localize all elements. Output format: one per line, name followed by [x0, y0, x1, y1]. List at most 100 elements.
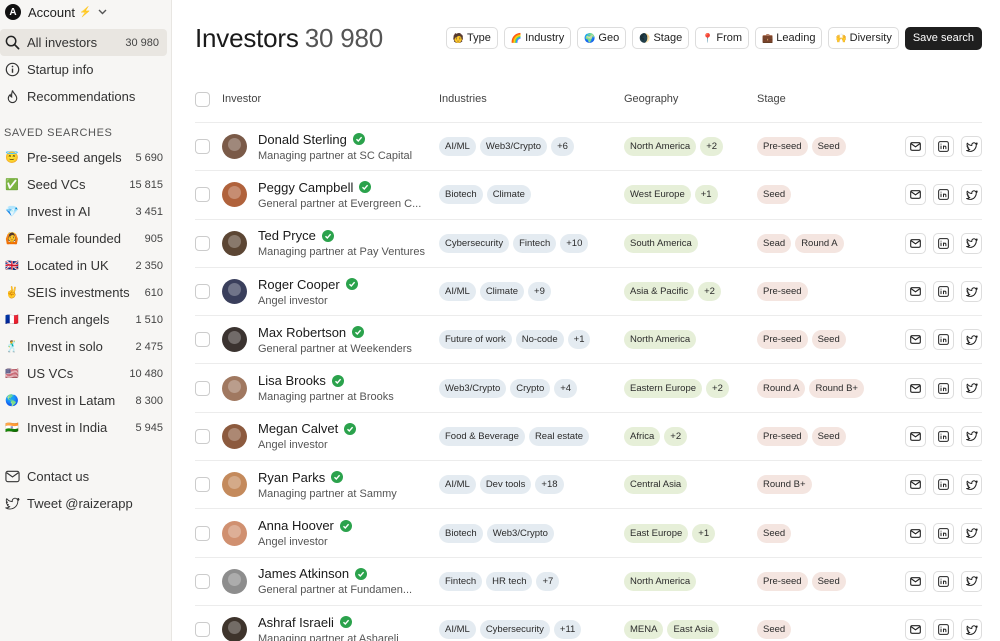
saved-search-item[interactable]: 🙆 Female founded 905 — [0, 225, 171, 252]
row-checkbox[interactable] — [195, 573, 210, 589]
table-row[interactable]: Anna Hoover Angel investor Biotech Web3/Cry… — [195, 509, 982, 558]
table-row[interactable]: Roger Cooper Angel investor AI/ML Climate +9… — [195, 268, 982, 317]
twitter-button[interactable] — [961, 136, 982, 158]
table-row[interactable]: Ted Pryce Managing partner at Pay Venture… — [195, 220, 982, 268]
investor-name[interactable]: Lisa Brooks — [258, 373, 394, 388]
saved-search-item[interactable]: ✌️ SEIS investments 610 — [0, 279, 171, 306]
row-checkbox[interactable] — [195, 428, 210, 444]
table-row[interactable]: Lisa Brooks Managing partner at Brooks Web… — [195, 364, 982, 413]
email-button[interactable] — [905, 425, 926, 447]
contact-us-link[interactable]: Contact us — [0, 463, 171, 490]
twitter-button[interactable] — [961, 329, 982, 351]
investor-name[interactable]: Ted Pryce — [258, 228, 425, 243]
email-button[interactable] — [905, 377, 926, 399]
industry-tag: Climate — [486, 185, 531, 205]
twitter-button[interactable] — [961, 232, 982, 254]
linkedin-button[interactable] — [933, 281, 954, 303]
linkedin-button[interactable] — [933, 377, 954, 399]
twitter-button[interactable] — [961, 570, 982, 592]
linkedin-icon — [938, 382, 949, 394]
investor-name[interactable]: Peggy Campbell — [258, 180, 421, 195]
row-checkbox[interactable] — [195, 187, 210, 203]
table-row[interactable]: Ryan Parks Managing partner at Sammy AI/ML… — [195, 461, 982, 510]
twitter-button[interactable] — [961, 522, 982, 544]
account-menu[interactable]: A Account ⚡ — [0, 2, 171, 22]
saved-search-item[interactable]: 💎 Invest in AI 3 451 — [0, 198, 171, 225]
email-button[interactable] — [905, 474, 926, 496]
saved-search-item[interactable]: 🇬🇧 Located in UK 2 350 — [0, 252, 171, 279]
linkedin-button[interactable] — [933, 425, 954, 447]
twitter-button[interactable] — [961, 184, 982, 206]
investor-name[interactable]: Ryan Parks — [258, 470, 397, 485]
table-row[interactable]: Max Robertson General partner at Weekende… — [195, 316, 982, 365]
investor-name[interactable]: Max Robertson — [258, 325, 412, 340]
row-checkbox[interactable] — [195, 477, 210, 493]
filter-industry-button[interactable]: 🌈 Industry — [503, 27, 572, 49]
save-search-button[interactable]: Save search — [904, 26, 982, 50]
twitter-button[interactable] — [961, 619, 982, 641]
twitter-button[interactable] — [961, 281, 982, 303]
twitter-button[interactable] — [961, 377, 982, 399]
row-checkbox[interactable] — [195, 139, 210, 155]
column-industries[interactable]: Industries — [439, 93, 624, 105]
row-checkbox[interactable] — [195, 235, 210, 251]
investor-name[interactable]: Anna Hoover — [258, 518, 352, 533]
filter-from-button[interactable]: 📍 From — [695, 27, 750, 49]
investor-name[interactable]: James Atkinson — [258, 566, 412, 581]
table-row[interactable]: Megan Calvet Angel investor Food & Beverag… — [195, 413, 982, 462]
row-checkbox[interactable] — [195, 284, 210, 300]
saved-search-item[interactable]: 😇 Pre-seed angels 5 690 — [0, 144, 171, 171]
table-row[interactable]: James Atkinson General partner at Fundame… — [195, 558, 982, 606]
column-investor[interactable]: Investor — [222, 93, 439, 105]
saved-search-item[interactable]: 🌎 Invest in Latam 8 300 — [0, 387, 171, 414]
email-button[interactable] — [905, 232, 926, 254]
twitter-icon — [965, 480, 978, 490]
linkedin-button[interactable] — [933, 232, 954, 254]
twitter-button[interactable] — [961, 474, 982, 496]
column-geography[interactable]: Geography — [624, 93, 757, 105]
email-button[interactable] — [905, 281, 926, 303]
linkedin-button[interactable] — [933, 570, 954, 592]
table-row[interactable]: Donald Sterling Managing partner at SC Ca… — [195, 123, 982, 172]
investor-name[interactable]: Megan Calvet — [258, 421, 357, 436]
linkedin-button[interactable] — [933, 619, 954, 641]
linkedin-button[interactable] — [933, 184, 954, 206]
investor-name[interactable]: Donald Sterling — [258, 132, 412, 147]
email-button[interactable] — [905, 522, 926, 544]
investor-name[interactable]: Roger Cooper — [258, 277, 358, 292]
linkedin-button[interactable] — [933, 474, 954, 496]
saved-search-item[interactable]: 🇺🇸 US VCs 10 480 — [0, 360, 171, 387]
email-button[interactable] — [905, 570, 926, 592]
column-stage[interactable]: Stage — [757, 93, 897, 105]
filter-type-button[interactable]: 🧑 Type — [445, 27, 498, 49]
investor-name[interactable]: Ashraf Israeli — [258, 615, 399, 630]
filter-leading-button[interactable]: 💼 Leading — [755, 27, 823, 49]
email-button[interactable] — [905, 329, 926, 351]
email-button[interactable] — [905, 136, 926, 158]
saved-search-item[interactable]: 🕺 Invest in solo 2 475 — [0, 333, 171, 360]
filter-geo-button[interactable]: 🌍 Geo — [577, 27, 627, 49]
select-all-checkbox[interactable] — [195, 91, 210, 107]
linkedin-button[interactable] — [933, 522, 954, 544]
row-checkbox[interactable] — [195, 525, 210, 541]
table-row[interactable]: Peggy Campbell General partner at Evergre… — [195, 171, 982, 220]
tweet-link[interactable]: Tweet @raizerapp — [0, 490, 171, 517]
row-checkbox[interactable] — [195, 380, 210, 396]
linkedin-button[interactable] — [933, 136, 954, 158]
saved-search-item[interactable]: 🇮🇳 Invest in India 5 945 — [0, 414, 171, 441]
nav-item-startup-info[interactable]: Startup info — [0, 56, 171, 83]
investor-name-text: Roger Cooper — [258, 276, 340, 292]
nav-item-all-investors[interactable]: All investors 30 980 — [0, 29, 167, 56]
saved-search-item[interactable]: ✅ Seed VCs 15 815 — [0, 171, 171, 198]
saved-search-item[interactable]: 🇫🇷 French angels 1 510 — [0, 306, 171, 333]
email-button[interactable] — [905, 619, 926, 641]
filter-diversity-button[interactable]: 🙌 Diversity — [828, 27, 899, 49]
row-checkbox[interactable] — [195, 622, 210, 638]
twitter-button[interactable] — [961, 425, 982, 447]
filter-stage-button[interactable]: 🌒 Stage — [632, 27, 690, 49]
email-button[interactable] — [905, 184, 926, 206]
row-checkbox[interactable] — [195, 332, 210, 348]
table-row[interactable]: Ashraf Israeli Managing partner at Ashare… — [195, 606, 982, 641]
nav-item-recommendations[interactable]: Recommendations — [0, 83, 171, 110]
linkedin-button[interactable] — [933, 329, 954, 351]
